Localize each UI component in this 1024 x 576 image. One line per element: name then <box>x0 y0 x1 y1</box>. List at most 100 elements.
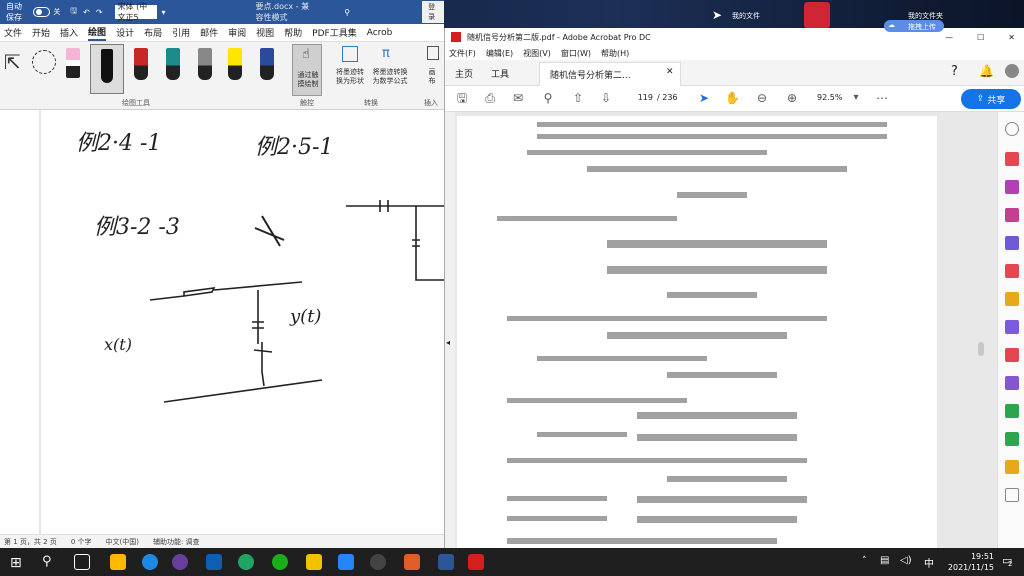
notification-bell-icon[interactable]: 🔔 <box>979 64 994 78</box>
search-icon[interactable]: ⚲ <box>42 554 52 569</box>
tool-more-icon[interactable] <box>1005 488 1019 502</box>
input-method-icon[interactable]: 中 <box>924 555 934 570</box>
status-accessibility[interactable]: 辅助功能: 调查 <box>153 537 200 547</box>
tool-create-pdf-icon[interactable] <box>1005 152 1019 166</box>
tab-tools[interactable]: 工具 <box>491 67 509 80</box>
tool-stamp-icon[interactable] <box>1005 460 1019 474</box>
edge-browser-icon[interactable] <box>238 554 254 570</box>
tab-pdf-tools[interactable]: PDF工具集 <box>312 26 357 39</box>
search-icon[interactable]: ⚲ <box>344 8 350 17</box>
account-avatar[interactable] <box>1005 64 1019 78</box>
tab-mailings[interactable]: 邮件 <box>200 26 218 39</box>
menu-view[interactable]: 视图(V) <box>523 48 551 59</box>
app-yellow-icon[interactable] <box>306 554 322 570</box>
tab-home[interactable]: 开始 <box>32 26 50 39</box>
highlighter-yellow-icon[interactable] <box>228 48 242 80</box>
more-tools-icon[interactable]: ⋯ <box>875 91 889 105</box>
word-taskbar-icon[interactable] <box>438 554 454 570</box>
redo-icon[interactable]: ↷ <box>96 8 103 17</box>
menu-window[interactable]: 窗口(W) <box>561 48 591 59</box>
tab-layout[interactable]: 布局 <box>144 26 162 39</box>
tab-references[interactable]: 引用 <box>172 26 190 39</box>
menu-edit[interactable]: 编辑(E) <box>486 48 513 59</box>
zoom-level[interactable]: 92.5% <box>817 93 842 102</box>
app-blue-icon[interactable] <box>142 554 158 570</box>
pen-black-selected[interactable] <box>90 44 124 94</box>
menu-help[interactable]: 帮助(H) <box>601 48 629 59</box>
file-explorer-icon[interactable] <box>110 554 126 570</box>
touch-draw-button[interactable]: ☝ 通过触 摸绘制 <box>292 44 322 96</box>
login-button[interactable]: 登录 <box>422 1 444 23</box>
hand-tool-icon[interactable]: ✋ <box>725 91 740 105</box>
tab-file[interactable]: 文件 <box>4 26 22 39</box>
ink-to-math-button[interactable]: π 将墨迹转换 为数学公式 <box>368 46 412 94</box>
document-tab[interactable]: 随机信号分析第二... ✕ <box>539 62 681 86</box>
tool-combine-icon[interactable] <box>1005 180 1019 194</box>
document-tab-close-icon[interactable]: ✕ <box>666 67 674 77</box>
search-icon[interactable]: ⚲ <box>541 91 555 105</box>
pdf-scroll-thumb[interactable] <box>978 342 984 356</box>
font-selector[interactable]: 宋体 (中文正5 <box>114 2 158 22</box>
tab-insert[interactable]: 插入 <box>60 26 78 39</box>
page-current[interactable]: 119 <box>629 93 653 102</box>
pdf-page[interactable] <box>457 116 937 548</box>
clock[interactable]: 19:51 2021/11/15 <box>948 551 994 573</box>
help-icon[interactable]: ? <box>951 64 958 79</box>
maximize-icon[interactable]: ☐ <box>977 33 984 42</box>
zoom-dropdown-icon[interactable]: ▾ <box>849 91 863 105</box>
tray-up-icon[interactable]: ˄ <box>862 556 867 566</box>
volume-icon[interactable]: ◁) <box>900 555 912 566</box>
tool-scan-icon[interactable] <box>1005 404 1019 418</box>
tab-draw[interactable]: 绘图 <box>88 25 107 41</box>
lasso-select-icon[interactable] <box>32 50 56 74</box>
my-files-label-1[interactable]: 我的文件 <box>732 11 760 21</box>
app-orange-icon[interactable] <box>404 554 420 570</box>
undo-icon[interactable]: ↶ <box>83 8 90 17</box>
tool-organize-icon[interactable] <box>1005 236 1019 250</box>
start-icon[interactable]: ⊞ <box>10 555 22 571</box>
pen-galaxy-icon[interactable] <box>260 48 274 80</box>
insert-canvas-button[interactable]: 画 布 <box>424 46 442 94</box>
tool-expand-icon[interactable] <box>1005 122 1019 136</box>
left-panel-collapsed[interactable]: ◂ <box>445 112 455 548</box>
select-cursor-icon[interactable]: ➤ <box>697 91 711 105</box>
eraser-icon[interactable] <box>66 48 80 78</box>
page-down-icon[interactable]: ⇩ <box>599 91 613 105</box>
pen-teal-icon[interactable] <box>166 48 180 80</box>
tool-export-pdf-icon[interactable] <box>1005 264 1019 278</box>
status-lang[interactable]: 中文(中国) <box>106 537 139 547</box>
app-arrow-icon[interactable] <box>338 554 354 570</box>
save-icon[interactable]: 🖫 <box>70 5 77 19</box>
tool-protect-icon[interactable] <box>1005 348 1019 362</box>
tool-send-icon[interactable] <box>1005 376 1019 390</box>
share-button[interactable]: ⇪ 共享 <box>961 89 1021 109</box>
tool-fill-sign-icon[interactable] <box>1005 320 1019 334</box>
save-icon[interactable]: 🖫 <box>455 91 469 105</box>
email-icon[interactable]: ✉ <box>511 91 525 105</box>
pdf-scrollbar[interactable] <box>976 112 986 548</box>
autosave-toggle[interactable] <box>32 7 51 17</box>
select-pointer-icon[interactable]: ⇱ <box>4 50 21 74</box>
zoom-in-icon[interactable]: ⊕ <box>785 91 799 105</box>
ink-to-shape-button[interactable]: 将墨迹转 换为形状 <box>334 46 366 94</box>
task-view-icon[interactable] <box>74 554 90 570</box>
app-shortcut-icon[interactable] <box>804 2 830 28</box>
tab-review[interactable]: 审阅 <box>228 26 246 39</box>
close-icon[interactable]: ✕ <box>1008 33 1015 42</box>
zoom-out-icon[interactable]: ⊖ <box>755 91 769 105</box>
tab-home[interactable]: 主页 <box>455 67 473 80</box>
minimize-icon[interactable]: — <box>945 33 953 42</box>
print-icon[interactable]: ⎙ <box>483 91 497 105</box>
app-cloud-icon[interactable] <box>206 554 222 570</box>
page-up-icon[interactable]: ⇧ <box>571 91 585 105</box>
tool-comment-icon[interactable] <box>1005 292 1019 306</box>
wechat-icon[interactable] <box>272 554 288 570</box>
network-icon[interactable]: ▤ <box>880 555 889 566</box>
tab-acrobat[interactable]: Acrob <box>367 28 393 38</box>
qat-more-icon[interactable]: ▾ <box>161 8 165 17</box>
pen-red-icon[interactable] <box>134 48 148 80</box>
upload-button[interactable]: ☁ 拖拽上传 <box>884 20 944 32</box>
expand-left-panel-icon[interactable]: ◂ <box>446 338 450 347</box>
acrobat-taskbar-icon[interactable] <box>468 554 484 570</box>
document-canvas[interactable]: 例2·4 -1 例2·5-1 例3-2 -3 y(t) x(t) <box>0 110 444 534</box>
